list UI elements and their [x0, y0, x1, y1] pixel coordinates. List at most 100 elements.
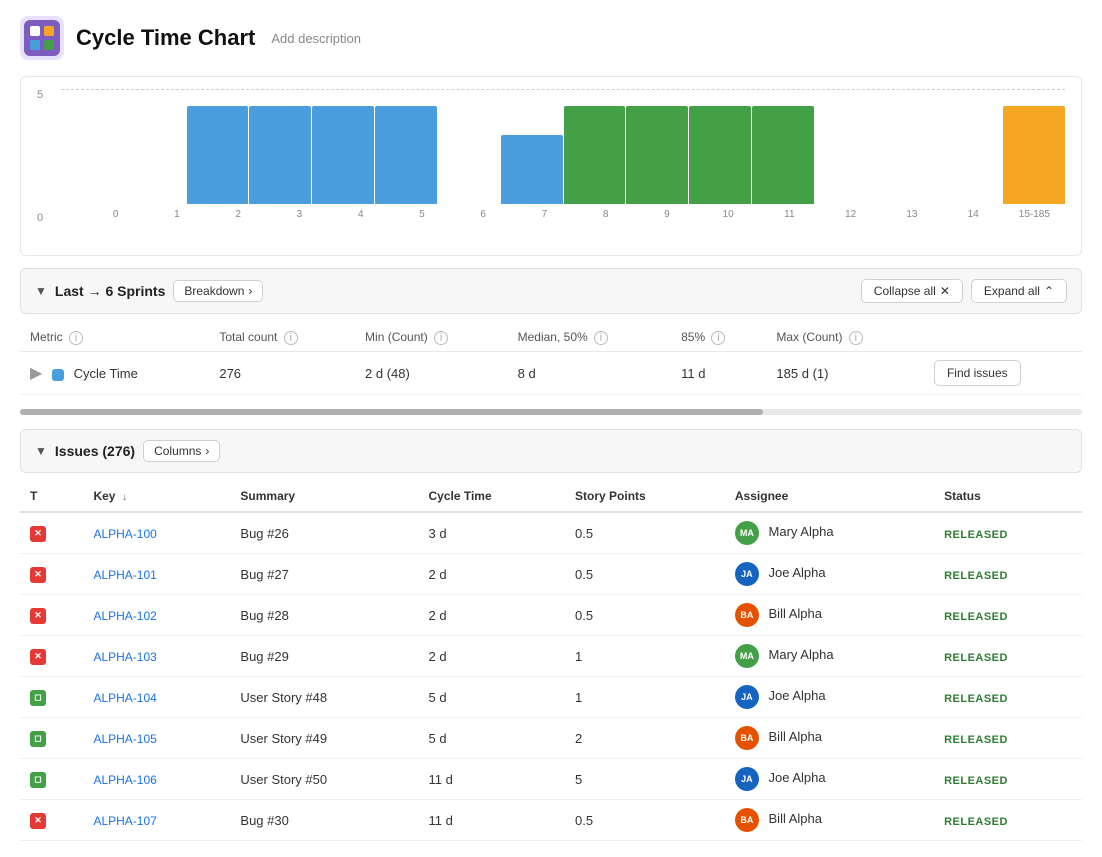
issue-key-link[interactable]: ALPHA-100	[93, 527, 156, 541]
chart-bar-0[interactable]	[61, 89, 123, 204]
y-axis: 5 0	[37, 89, 57, 224]
x-label-2: 2	[208, 209, 269, 220]
chart-inner: 5 0 0123456789101112131415-185	[37, 89, 1065, 244]
th-summary: Summary	[230, 481, 418, 512]
status-badge: RELEASED	[944, 693, 1008, 705]
cursor-icon: ▶	[30, 365, 42, 382]
metric-info-icon[interactable]: i	[69, 331, 83, 345]
issue-key-cell: ALPHA-106	[83, 759, 230, 800]
metric-name-cell: ▶ Cycle Time	[20, 352, 209, 395]
chart-bar-4[interactable]	[312, 89, 374, 204]
metric-min: 2 d (48)	[355, 352, 508, 395]
issue-cycle-time-cell: 2 d	[418, 554, 565, 595]
scroll-thumb[interactable]	[20, 409, 763, 415]
issue-key-link[interactable]: ALPHA-101	[93, 568, 156, 582]
issue-type-icon: ◻	[30, 772, 46, 788]
chart-bar-8[interactable]	[564, 89, 626, 204]
horizontal-scrollbar[interactable]	[20, 409, 1082, 415]
chart-bar-1[interactable]	[124, 89, 186, 204]
assignee-name: Mary Alpha	[769, 647, 834, 662]
issue-key-link[interactable]: ALPHA-102	[93, 609, 156, 623]
chart-bar-2[interactable]	[187, 89, 249, 204]
p85-info-icon[interactable]: i	[711, 331, 725, 345]
th-key[interactable]: Key ↓	[83, 481, 230, 512]
columns-button[interactable]: Columns ›	[143, 440, 220, 462]
issue-key-link[interactable]: ALPHA-105	[93, 732, 156, 746]
chart-bar-7[interactable]	[501, 89, 563, 204]
issue-summary-cell: User Story #49	[230, 718, 418, 759]
table-row: ✕ ALPHA-102 Bug #28 2 d 0.5 BA Bill Alph…	[20, 595, 1082, 636]
th-assignee: Assignee	[725, 481, 934, 512]
issue-key-cell: ALPHA-101	[83, 554, 230, 595]
median-info-icon[interactable]: i	[594, 331, 608, 345]
metrics-header-row: Metric i Total count i Min (Count) i Med…	[20, 324, 1082, 352]
issue-type-icon: ✕	[30, 813, 46, 829]
x-label-11: 11	[759, 209, 820, 220]
app-container: Cycle Time Chart Add description 5 0 012…	[0, 0, 1102, 857]
issue-key-link[interactable]: ALPHA-106	[93, 773, 156, 787]
sprint-title: Last → 6 Sprints	[55, 283, 165, 299]
x-label-6: 6	[453, 209, 514, 220]
th-min: Min (Count) i	[355, 324, 508, 352]
issue-key-link[interactable]: ALPHA-107	[93, 814, 156, 828]
status-badge: RELEASED	[944, 734, 1008, 746]
expand-all-button[interactable]: Expand all ⌃	[971, 279, 1067, 303]
collapse-all-button[interactable]: Collapse all ✕	[861, 279, 963, 303]
chart-bar-3[interactable]	[249, 89, 311, 204]
x-label-0: 0	[85, 209, 146, 220]
chart-bar-6[interactable]	[438, 89, 500, 204]
issue-cycle-time-cell: 11 d	[418, 759, 565, 800]
chart-bar-9[interactable]	[626, 89, 688, 204]
issue-type-cell: ✕	[20, 595, 83, 636]
status-badge: RELEASED	[944, 816, 1008, 828]
avatar: BA	[735, 726, 759, 750]
issue-status-cell: RELEASED	[934, 595, 1082, 636]
x-label-3: 3	[269, 209, 330, 220]
assignee-name: Joe Alpha	[769, 688, 826, 703]
sprint-chevron[interactable]: ▼	[35, 284, 47, 298]
metric-max: 185 d (1)	[766, 352, 924, 395]
issues-section-header: ▼ Issues (276) Columns ›	[20, 429, 1082, 473]
total-count-info-icon[interactable]: i	[284, 331, 298, 345]
issue-assignee-cell: JA Joe Alpha	[725, 759, 934, 800]
avatar: JA	[735, 767, 759, 791]
issue-status-cell: RELEASED	[934, 512, 1082, 554]
issue-story-points-cell: 5	[565, 759, 725, 800]
table-row: ✕ ALPHA-107 Bug #30 11 d 0.5 BA Bill Alp…	[20, 800, 1082, 841]
issue-cycle-time-cell: 2 d	[418, 595, 565, 636]
find-issues-button[interactable]: Find issues	[934, 360, 1021, 386]
x-label-5: 5	[391, 209, 452, 220]
key-sort-icon: ↓	[122, 492, 127, 503]
assignee-name: Bill Alpha	[769, 811, 822, 826]
chart-bar-15[interactable]	[1003, 89, 1065, 204]
breakdown-button[interactable]: Breakdown ›	[173, 280, 263, 302]
issue-key-cell: ALPHA-104	[83, 677, 230, 718]
issues-chevron[interactable]: ▼	[35, 444, 47, 458]
chart-bar-13[interactable]	[878, 89, 940, 204]
max-info-icon[interactable]: i	[849, 331, 863, 345]
x-label-15: 15-185	[1004, 209, 1065, 220]
x-label-10: 10	[698, 209, 759, 220]
issue-type-icon: ✕	[30, 567, 46, 583]
issue-key-link[interactable]: ALPHA-104	[93, 691, 156, 705]
y-label-0: 0	[37, 212, 57, 224]
sprint-section-header: ▼ Last → 6 Sprints Breakdown › Collapse …	[20, 268, 1082, 314]
issue-assignee-cell: BA Bill Alpha	[725, 595, 934, 636]
chart-bar-12[interactable]	[815, 89, 877, 204]
chart-bar-14[interactable]	[940, 89, 1002, 204]
issue-type-cell: ◻	[20, 677, 83, 718]
min-info-icon[interactable]: i	[434, 331, 448, 345]
add-description-link[interactable]: Add description	[271, 31, 361, 46]
chart-bars-area: 0123456789101112131415-185	[61, 89, 1065, 224]
chart-bar-5[interactable]	[375, 89, 437, 204]
issue-summary-cell: User Story #48	[230, 677, 418, 718]
chart-container: 5 0 0123456789101112131415-185	[20, 76, 1082, 256]
chart-bar-11[interactable]	[752, 89, 814, 204]
issue-type-cell: ✕	[20, 800, 83, 841]
chart-bar-10[interactable]	[689, 89, 751, 204]
issue-cycle-time-cell: 5 d	[418, 718, 565, 759]
th-metric: Metric i	[20, 324, 209, 352]
issue-type-icon: ✕	[30, 608, 46, 624]
issues-table: T Key ↓ Summary Cycle Time Story Points …	[20, 481, 1082, 841]
issue-key-link[interactable]: ALPHA-103	[93, 650, 156, 664]
